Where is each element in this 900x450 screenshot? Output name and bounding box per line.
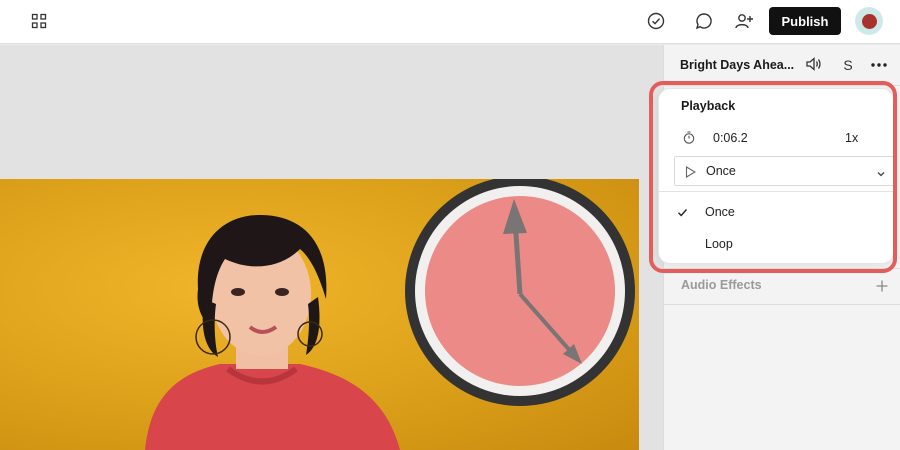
grid-icon[interactable] [25,7,53,35]
person-image [145,214,400,450]
panel-divider [664,304,900,305]
publish-button[interactable]: Publish [769,7,841,35]
playback-mode-value: Once [706,164,736,178]
top-toolbar: Publish [0,0,900,44]
chat-bubble-icon[interactable] [690,7,718,35]
duration-value[interactable]: 0:06.2 [713,131,748,145]
option-loop[interactable]: Loop [659,230,893,258]
check-circle-icon[interactable] [642,7,670,35]
playback-popover: Playback 0:06.2 1x Once Once Loop [658,88,895,264]
playback-title: Playback [681,99,736,113]
more-options-icon[interactable] [869,55,889,80]
add-audio-effect-icon[interactable] [872,276,892,296]
checkmark-icon [677,205,688,223]
playback-mode-select[interactable]: Once [674,156,895,186]
s-button[interactable]: S [840,55,856,75]
speed-value[interactable]: 1x [845,131,858,145]
add-user-icon[interactable] [730,7,758,35]
audio-effects-label: Audio Effects [681,278,762,292]
volume-icon[interactable] [805,55,823,78]
option-label: Once [705,205,735,219]
timer-icon [683,131,695,149]
editor-canvas [0,45,663,450]
audio-effects-row[interactable]: Audio Effects [664,269,900,305]
media-illustration [145,179,635,450]
avatar[interactable] [855,7,883,35]
chevron-down-icon [876,166,886,184]
playback-mode-dropdown: Once Loop [659,191,893,261]
option-label: Loop [705,237,733,251]
panel-divider [664,85,900,86]
option-once[interactable]: Once [659,198,893,226]
play-icon [685,165,697,183]
avatar-dot [861,13,877,29]
clock-image [405,179,635,406]
track-title: Bright Days Ahea... [680,58,795,72]
media-frame[interactable] [0,179,639,450]
